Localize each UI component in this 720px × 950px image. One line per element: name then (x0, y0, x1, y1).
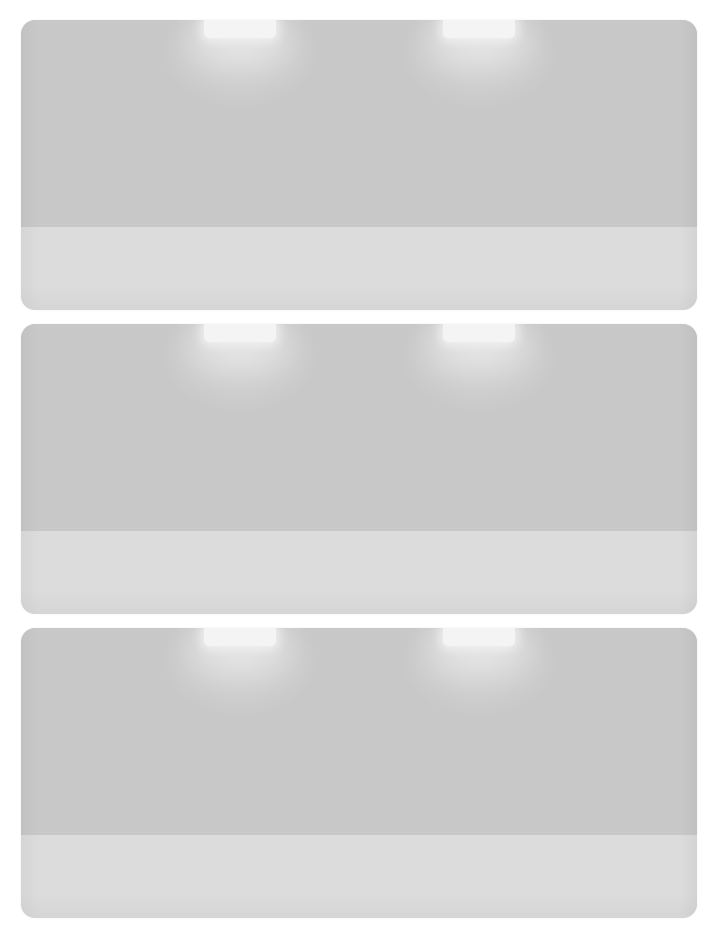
ceiling-light-icon (443, 324, 515, 342)
placeholder-card-2 (21, 324, 697, 614)
ceiling-light-icon (204, 20, 276, 38)
card-image-area (21, 20, 697, 227)
card-footer-area (21, 835, 697, 918)
ceiling-light-icon (204, 324, 276, 342)
placeholder-card-1 (21, 20, 697, 310)
card-footer-area (21, 531, 697, 614)
card-image-area (21, 628, 697, 835)
placeholder-card-3 (21, 628, 697, 918)
card-footer-area (21, 227, 697, 310)
ceiling-light-icon (443, 20, 515, 38)
card-image-area (21, 324, 697, 531)
ceiling-light-icon (204, 628, 276, 646)
ceiling-light-icon (443, 628, 515, 646)
